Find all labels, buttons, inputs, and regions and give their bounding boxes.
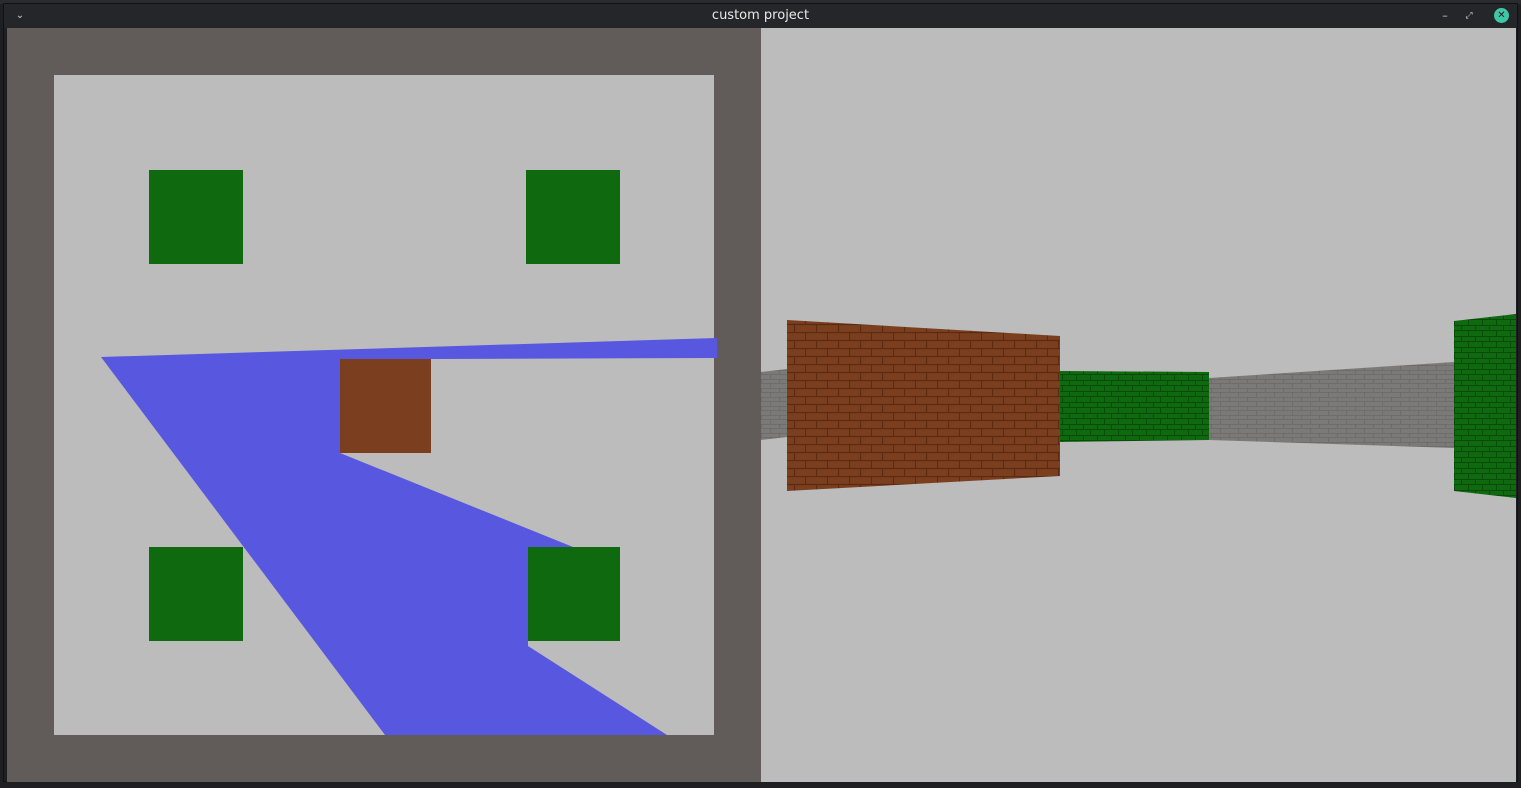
fpv-brick-wall <box>787 320 1060 491</box>
first-person-svg <box>761 314 1516 498</box>
fpv-green-wall-center <box>1060 371 1209 442</box>
minimap-panel <box>7 28 761 782</box>
map-brick-block <box>340 359 431 453</box>
map-green-block-top-right <box>526 170 620 264</box>
game-canvas[interactable] <box>7 28 1516 782</box>
map-green-block-bottom-left <box>149 547 243 641</box>
map-green-block-bottom-right <box>528 547 620 641</box>
minimize-icon[interactable]: – <box>1437 8 1453 24</box>
map-green-block-top-left <box>149 170 243 264</box>
minimap-svg <box>54 75 717 735</box>
fpv-stone-wall-right <box>1209 362 1454 448</box>
window-title: custom project <box>711 8 810 23</box>
window-titlebar[interactable]: ⌄ custom project – ⤢ ✕ <box>4 4 1517 28</box>
fpv-stone-wall-left <box>761 369 787 440</box>
maximize-icon[interactable]: ⤢ <box>1461 8 1477 24</box>
close-icon[interactable]: ✕ <box>1494 8 1509 23</box>
fpv-green-wall-right <box>1454 314 1516 498</box>
first-person-view <box>761 28 1516 782</box>
app-window: ⌄ custom project – ⤢ ✕ <box>3 3 1518 782</box>
